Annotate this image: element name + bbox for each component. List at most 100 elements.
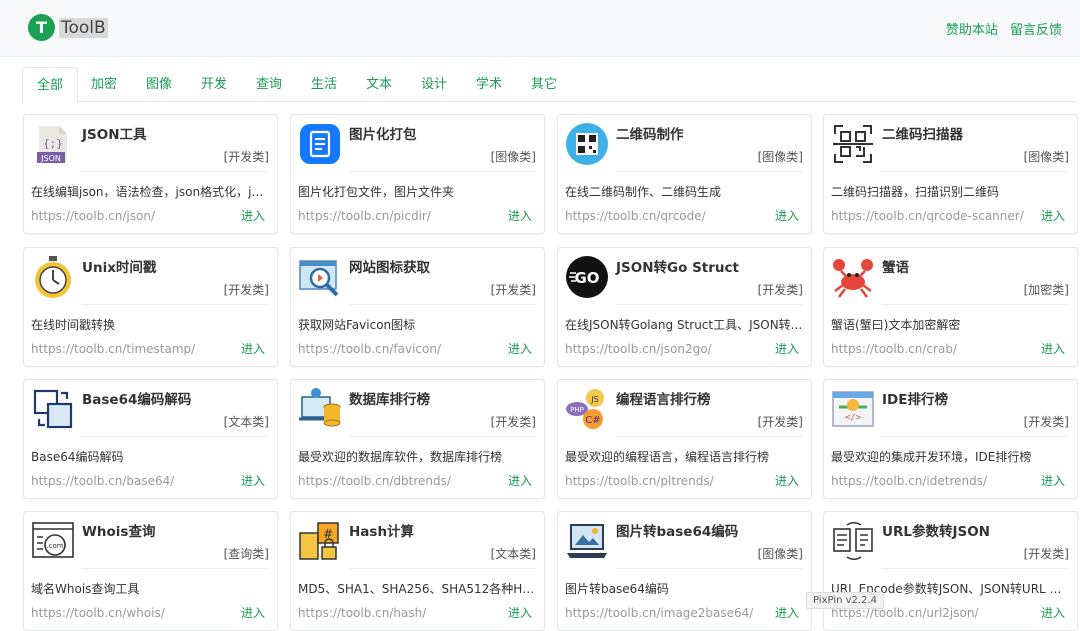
feedback-link[interactable]: 留言反馈: [1010, 23, 1062, 38]
tool-card[interactable]: 二维码制作 [图像类] 在线二维码制作、二维码生成 https://toolb.cn/…: [557, 114, 812, 234]
tool-url: https://toolb.cn/pltrends/: [565, 474, 714, 488]
enter-button[interactable]: 进入: [508, 604, 532, 621]
tool-card[interactable]: </> IDE排行榜 [开发类] 最受欢迎的集成开发环境，IDE排行榜 https://…: [823, 379, 1078, 499]
tool-title[interactable]: Unix时间戳: [82, 256, 156, 276]
enter-button[interactable]: 进入: [241, 604, 265, 621]
tool-title[interactable]: Base64编码解码: [82, 388, 191, 408]
whois-com-icon: .com: [31, 519, 75, 563]
tool-card[interactable]: Base64编码解码 [文本类] Base64编码解码 https://toolb.c…: [23, 379, 278, 499]
tool-card[interactable]: Unix时间戳 [开发类] 在线时间戳转换 https://toolb.cn/time…: [23, 247, 278, 367]
document-app-icon: [298, 122, 342, 166]
enter-button[interactable]: 进入: [775, 472, 799, 489]
tool-description: 最受欢迎的集成开发环境，IDE排行榜: [831, 450, 1032, 464]
header-links: 赞助本站 留言反馈: [938, 19, 1062, 38]
tool-title[interactable]: 二维码扫描器: [882, 123, 963, 143]
divider: [82, 568, 269, 569]
enter-button[interactable]: 进入: [775, 604, 799, 621]
sponsor-link[interactable]: 赞助本站: [946, 23, 998, 38]
tab-other[interactable]: 其它: [524, 67, 564, 101]
tab-life[interactable]: 生活: [304, 67, 344, 101]
svg-text:GO: GO: [574, 269, 599, 287]
tab-image[interactable]: 图像: [139, 67, 179, 101]
site-logo[interactable]: T ToolB: [28, 14, 108, 41]
tab-encryption[interactable]: 加密: [84, 67, 124, 101]
tool-title[interactable]: 网站图标获取: [349, 256, 430, 276]
tool-card[interactable]: 图片转base64编码 [图像类] 图片转base64编码 https://toolb…: [557, 511, 812, 631]
divider: [349, 171, 536, 172]
tool-title[interactable]: Hash计算: [349, 520, 414, 540]
database-laptop-icon: [298, 387, 342, 431]
tool-card[interactable]: 蟹语 [加密类] 蟹语(蟹曰)文本加密解密 https://toolb.cn/crab…: [823, 247, 1078, 367]
magnifier-browser-icon: [298, 255, 342, 299]
enter-button[interactable]: 进入: [1041, 604, 1065, 621]
enter-button[interactable]: 进入: [1041, 472, 1065, 489]
tool-title[interactable]: 蟹语: [882, 256, 909, 276]
tool-title[interactable]: 编程语言排行榜: [616, 388, 711, 408]
tool-description: 蟹语(蟹曰)文本加密解密: [831, 318, 961, 332]
tool-card[interactable]: 网站图标获取 [开发类] 获取网站Favicon图标 https://toolb.cn…: [290, 247, 545, 367]
tab-text[interactable]: 文本: [359, 67, 399, 101]
tool-description: Base64编码解码: [31, 450, 124, 464]
divider: [616, 436, 803, 437]
divider: [616, 568, 803, 569]
tab-academic[interactable]: 学术: [469, 67, 509, 101]
divider: [82, 436, 269, 437]
tool-card[interactable]: JS PHP C# 编程语言排行榜 [开发类] 最受欢迎的编程语言，编程语言排行榜 http…: [557, 379, 812, 499]
tab-query[interactable]: 查询: [249, 67, 289, 101]
tool-category: [开发类]: [223, 150, 269, 164]
tool-title[interactable]: 图片化打包: [349, 123, 417, 143]
tool-category: [查询类]: [223, 547, 269, 561]
enter-button[interactable]: 进入: [775, 207, 799, 224]
tool-description: 域名Whois查询工具: [31, 582, 140, 596]
tool-category: [图像类]: [490, 150, 536, 164]
tool-card[interactable]: .com Whois查询 [查询类] 域名Whois查询工具 https://toolb…: [23, 511, 278, 631]
tool-title[interactable]: 数据库排行榜: [349, 388, 430, 408]
tool-description: 图片转base64编码: [565, 582, 669, 596]
enter-button[interactable]: 进入: [241, 340, 265, 357]
svg-text:.com: .com: [46, 542, 63, 550]
tool-url: https://toolb.cn/base64/: [31, 474, 175, 488]
enter-button[interactable]: 进入: [775, 340, 799, 357]
divider: [82, 304, 269, 305]
logo-text: ToolB: [59, 17, 108, 38]
enter-button[interactable]: 进入: [1041, 207, 1065, 224]
tool-url: https://toolb.cn/favicon/: [298, 342, 442, 356]
tool-card[interactable]: 图片化打包 [图像类] 图片化打包文件，图片文件夹 https://toolb.cn/…: [290, 114, 545, 234]
divider: [349, 436, 536, 437]
tool-title[interactable]: JSON转Go Struct: [616, 256, 739, 276]
tab-all[interactable]: 全部: [22, 67, 78, 103]
svg-text:</>: </>: [845, 413, 862, 423]
enter-button[interactable]: 进入: [508, 207, 532, 224]
tool-card[interactable]: {;} JSON JSON工具 [开发类] 在线编辑json，语法检查，json格式化，…: [23, 114, 278, 234]
tool-url: https://toolb.cn/timestamp/: [31, 342, 196, 356]
image-laptop-icon: [565, 519, 609, 563]
tool-title[interactable]: JSON工具: [82, 123, 147, 143]
svg-text:{;}: {;}: [43, 137, 63, 150]
languages-icon: JS PHP C#: [565, 387, 609, 431]
tool-description: 在线二维码制作、二维码生成: [565, 185, 722, 199]
tool-category: [开发类]: [1023, 547, 1069, 561]
enter-button[interactable]: 进入: [1041, 340, 1065, 357]
tool-title[interactable]: URL参数转JSON: [882, 520, 990, 540]
logo-badge-icon: T: [28, 14, 55, 41]
tab-dev[interactable]: 开发: [194, 67, 234, 101]
tool-title[interactable]: IDE排行榜: [882, 388, 948, 408]
tool-card[interactable]: GO JSON转Go Struct [开发类] 在线JSON转Golang Struc…: [557, 247, 812, 367]
tool-card[interactable]: # Hash计算 [文本类] MD5、SHA1、SHA256、SHA512各种HA..…: [290, 511, 545, 631]
divider: [616, 171, 803, 172]
tool-description: MD5、SHA1、SHA256、SHA512各种HA...: [298, 582, 536, 596]
tab-design[interactable]: 设计: [414, 67, 454, 101]
tool-title[interactable]: Whois查询: [82, 520, 155, 540]
tool-card[interactable]: 数据库排行榜 [开发类] 最受欢迎的数据库软件，数据库排行榜 https://tool…: [290, 379, 545, 499]
tool-card[interactable]: 二维码扫描器 [图像类] 二维码扫描器，扫描识别二维码 https://toolb.c…: [823, 114, 1078, 234]
tool-title[interactable]: 二维码制作: [616, 123, 684, 143]
enter-button[interactable]: 进入: [241, 472, 265, 489]
tool-category: [图像类]: [1023, 150, 1069, 164]
enter-button[interactable]: 进入: [241, 207, 265, 224]
tool-description: 获取网站Favicon图标: [298, 318, 416, 332]
tool-title[interactable]: 图片转base64编码: [616, 520, 738, 540]
tool-url: https://toolb.cn/qrcode/: [565, 209, 706, 223]
tool-card[interactable]: URL参数转JSON [开发类] URL Encode参数转JSON、JSON转UR…: [823, 511, 1078, 631]
enter-button[interactable]: 进入: [508, 340, 532, 357]
enter-button[interactable]: 进入: [508, 472, 532, 489]
